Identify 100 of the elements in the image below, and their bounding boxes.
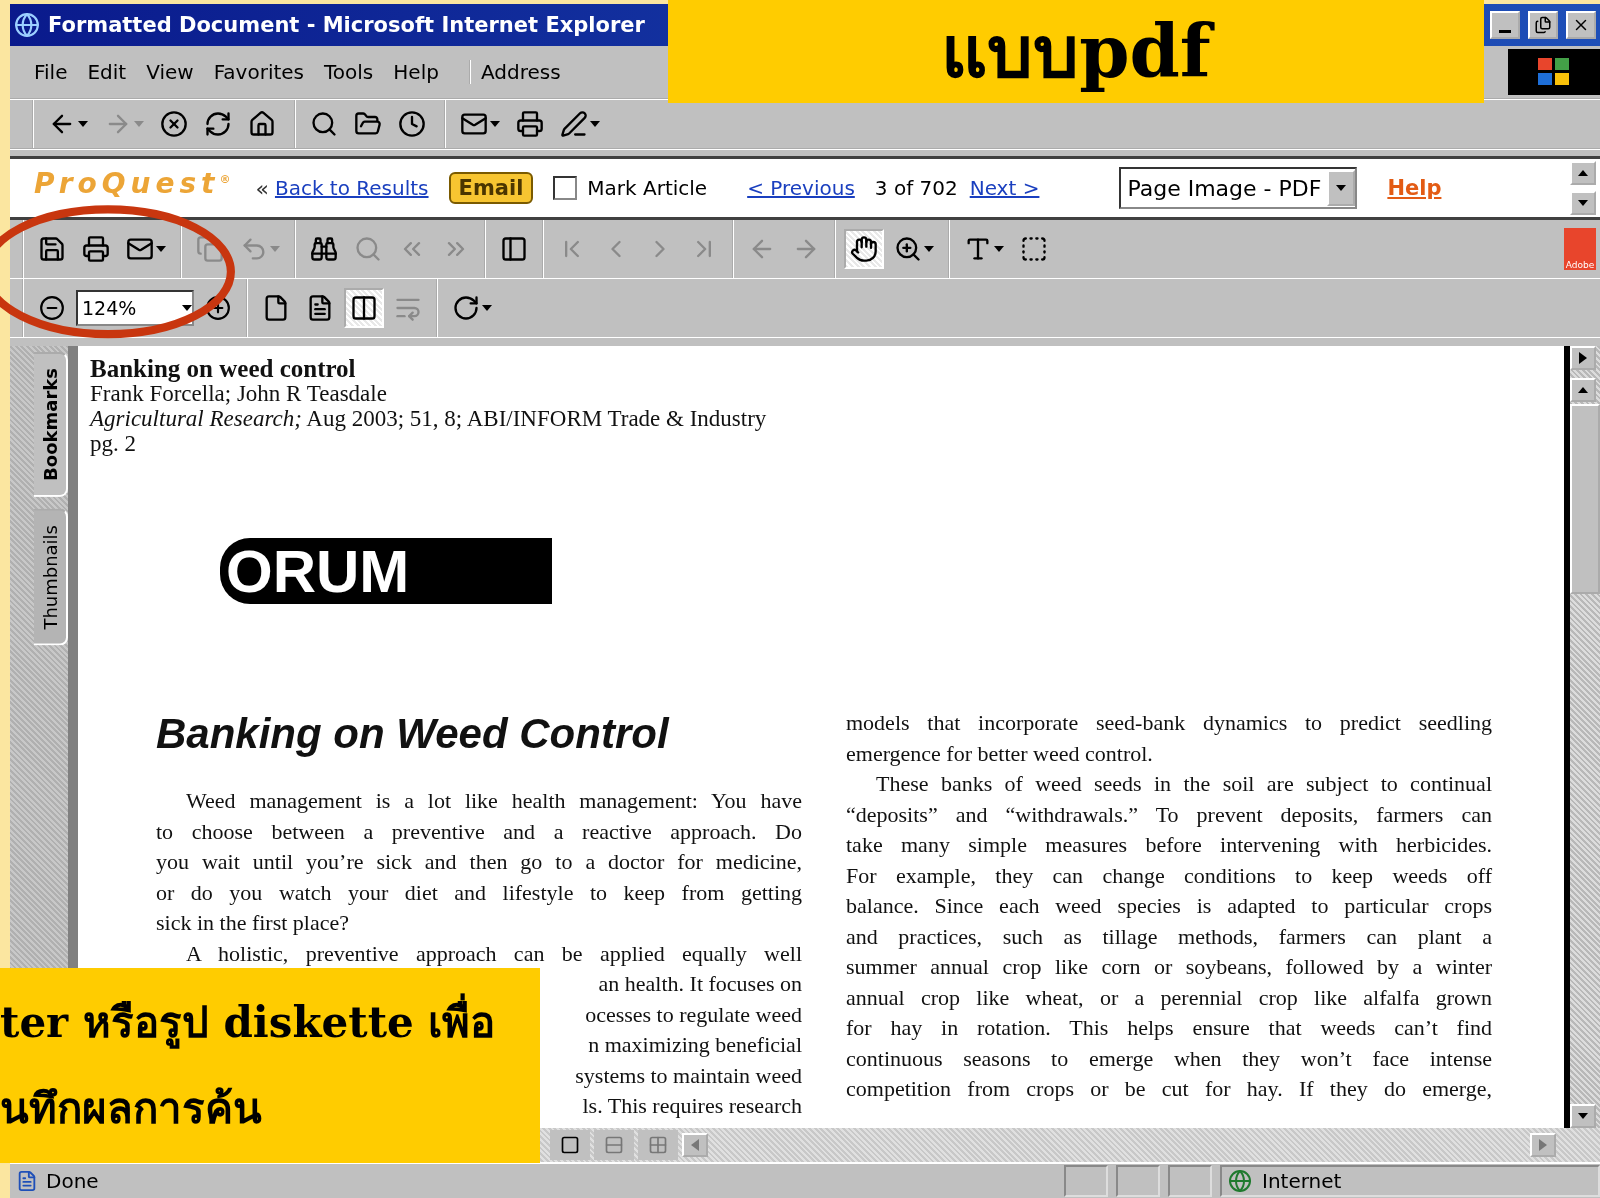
menu-item[interactable]: Edit xyxy=(77,56,137,88)
page-icon xyxy=(350,294,378,322)
minimize-button[interactable] xyxy=(1490,11,1520,39)
caption-line: ter หรือรูป diskette เพื่อ xyxy=(0,979,496,1066)
rows-icon xyxy=(604,1135,624,1155)
side-tab[interactable]: Bookmarks xyxy=(34,352,68,497)
browser-icon xyxy=(14,12,40,38)
zoom-in-icon xyxy=(205,295,231,321)
text-line: summer annual crop like corn or soybeans, followed by a winter xyxy=(846,953,1492,981)
printer-icon xyxy=(516,110,544,138)
menu-item[interactable]: Favorites xyxy=(203,56,314,88)
right-triangle-icon xyxy=(1539,1139,1547,1151)
printer-icon xyxy=(82,235,110,263)
caret-icon xyxy=(1578,200,1588,206)
search-icon xyxy=(310,110,338,138)
text-line: to choose between a preventive and a reactive approach. Do xyxy=(156,817,802,846)
stop-icon xyxy=(160,110,188,138)
refresh-icon xyxy=(204,110,232,138)
caret-icon xyxy=(1578,1113,1588,1119)
home-icon xyxy=(248,110,276,138)
caret-icon xyxy=(590,121,600,127)
copy-icon xyxy=(196,235,224,263)
text-line: models that incorporate seed-bank dynamics to predict seedling xyxy=(846,709,1492,737)
article-authors: Frank Forcella; John R Teasdale xyxy=(90,381,388,406)
scroll-left-button[interactable] xyxy=(682,1133,708,1157)
save-icon xyxy=(38,235,66,263)
page-icon xyxy=(16,1170,38,1192)
text-line: annual crop like wheat, or a perennial crop like alfalfa grown xyxy=(846,983,1492,1012)
text-line: balance. Since each weed species is adapted to particular crops xyxy=(846,892,1492,920)
caret-icon xyxy=(490,121,500,127)
zone-text: Internet xyxy=(1262,1169,1342,1193)
help-link[interactable]: Help xyxy=(1387,176,1442,200)
text-line: “deposits” and “withdrawals.” To prevent deposits, farmers can xyxy=(846,800,1492,829)
hand-button[interactable] xyxy=(844,229,884,269)
result-count: 3 of 702 xyxy=(874,176,958,200)
restore-icon xyxy=(1534,16,1552,34)
menu-item[interactable]: Tools xyxy=(314,56,384,88)
back-to-results-link[interactable]: Back to Results xyxy=(274,176,429,200)
globe-icon xyxy=(1228,1169,1252,1193)
view-select[interactable]: Page Image - PDF xyxy=(1119,167,1358,209)
rotate-icon xyxy=(452,294,480,322)
text-line: For example, they can change conditions to keep weeds off xyxy=(846,861,1492,890)
checkbox[interactable] xyxy=(553,176,578,200)
windows-logo-icon xyxy=(1536,56,1572,88)
logo: ProQuest$^{®}$ xyxy=(34,166,236,200)
right-triangle-icon xyxy=(1579,352,1587,364)
caret-icon xyxy=(134,121,144,127)
caret-icon xyxy=(156,246,166,252)
text-line: an health. It focuses on xyxy=(598,970,802,998)
text-line: emergence for better weed control. xyxy=(846,739,1154,768)
scroll-down-button[interactable] xyxy=(1570,1104,1596,1128)
square-icon xyxy=(560,1135,580,1155)
text-line: n maximizing beneficial xyxy=(588,1031,802,1059)
dashed-square-icon xyxy=(1020,235,1048,263)
adobe-logo: Adobe xyxy=(1564,228,1596,270)
next-link[interactable]: Next > xyxy=(969,176,1040,200)
previous-link[interactable]: < Previous xyxy=(747,176,855,200)
binoculars-icon xyxy=(310,235,338,263)
text-line: ocesses to regulate weed xyxy=(585,1000,802,1029)
text-line: These banks of weed seeds in the soil are subject to continual xyxy=(875,770,1492,798)
text-line: or do you watch your diet and lifestyle to keep from getting xyxy=(156,878,802,907)
zoom-in-icon xyxy=(894,235,922,263)
caret-icon xyxy=(482,305,492,311)
zoom-field[interactable]: 124% xyxy=(76,290,194,326)
text-line: systems to maintain weed xyxy=(575,1061,802,1090)
scroll-up-button[interactable] xyxy=(1570,161,1596,185)
grid-icon xyxy=(648,1135,668,1155)
caret-icon xyxy=(924,246,934,252)
back-glyph: « xyxy=(255,175,269,201)
scroll-thumb[interactable] xyxy=(1570,404,1600,594)
text-line: A holistic, preventive approach can be applied equally well xyxy=(185,939,802,968)
left-triangle-icon xyxy=(691,1139,699,1151)
text-line: continuous seasons to emerge when they won’t face intense xyxy=(846,1044,1492,1073)
caret-icon xyxy=(1336,185,1347,191)
menu-item[interactable]: Help xyxy=(383,56,449,88)
caption-line: นทึกผลการค้น xyxy=(0,1082,262,1135)
text-line: Weed management is a lot like health management: You have xyxy=(185,787,802,815)
email-button[interactable]: Email xyxy=(448,172,534,204)
page-button[interactable] xyxy=(344,288,384,328)
text-line: ls. This requires research xyxy=(582,1092,802,1120)
close-button[interactable] xyxy=(1566,11,1596,39)
text-line: sick in the first place? xyxy=(156,909,351,937)
scroll-up-button[interactable] xyxy=(1570,378,1596,402)
minimize-icon xyxy=(1499,29,1511,33)
scroll-down-button[interactable] xyxy=(1570,191,1596,215)
menu-item[interactable]: View xyxy=(136,56,204,88)
expand-button[interactable] xyxy=(1570,346,1596,370)
text-line: competition from crops or be cut for hay. If they do emerge, xyxy=(846,1075,1492,1103)
side-tab[interactable]: Thumbnails xyxy=(34,508,68,646)
slide-banner: แบบpdf xyxy=(668,0,1484,103)
single-page-button[interactable] xyxy=(550,1130,590,1160)
forum-logo: ORUM xyxy=(220,538,552,604)
restore-button[interactable] xyxy=(1528,11,1558,39)
hand-icon xyxy=(850,235,878,263)
menu-item[interactable]: File xyxy=(24,56,78,88)
caret-icon xyxy=(994,246,1004,252)
status-pane xyxy=(1064,1165,1108,1197)
scroll-right-button[interactable] xyxy=(1530,1133,1556,1157)
edit-icon xyxy=(560,110,588,138)
search-icon xyxy=(354,235,382,263)
